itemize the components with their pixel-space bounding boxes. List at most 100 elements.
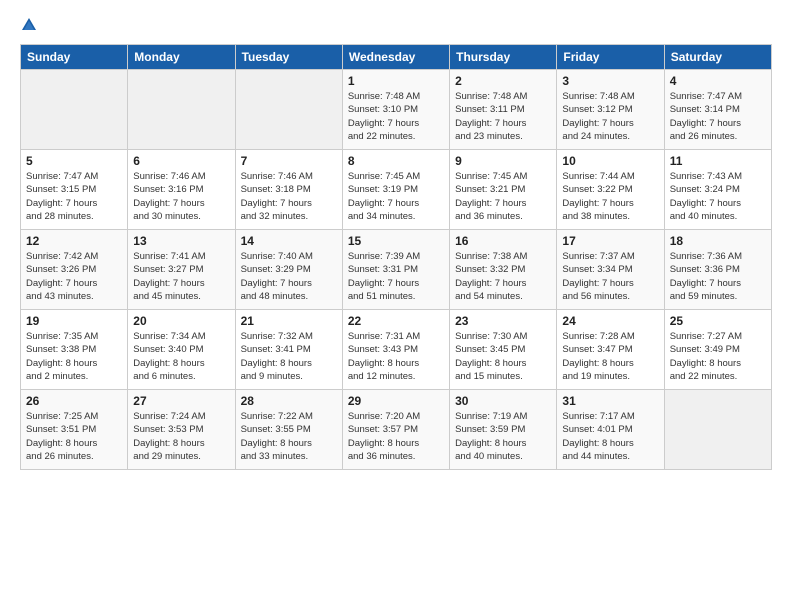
day-info: Sunrise: 7:25 AM Sunset: 3:51 PM Dayligh…	[26, 410, 122, 463]
day-number: 13	[133, 234, 229, 248]
day-info: Sunrise: 7:38 AM Sunset: 3:32 PM Dayligh…	[455, 250, 551, 303]
day-info: Sunrise: 7:30 AM Sunset: 3:45 PM Dayligh…	[455, 330, 551, 383]
day-number: 1	[348, 74, 444, 88]
weekday-header-thursday: Thursday	[450, 45, 557, 70]
day-number: 20	[133, 314, 229, 328]
day-cell: 5 Sunrise: 7:47 AM Sunset: 3:15 PM Daylig…	[21, 150, 128, 230]
day-number: 2	[455, 74, 551, 88]
day-number: 21	[241, 314, 337, 328]
week-row-1: 1 Sunrise: 7:48 AM Sunset: 3:10 PM Daylig…	[21, 70, 772, 150]
day-number: 4	[670, 74, 766, 88]
day-info: Sunrise: 7:47 AM Sunset: 3:15 PM Dayligh…	[26, 170, 122, 223]
day-cell: 20 Sunrise: 7:34 AM Sunset: 3:40 PM Dayli…	[128, 310, 235, 390]
day-cell: 25 Sunrise: 7:27 AM Sunset: 3:49 PM Dayli…	[664, 310, 771, 390]
day-number: 8	[348, 154, 444, 168]
day-cell	[664, 390, 771, 470]
day-info: Sunrise: 7:48 AM Sunset: 3:10 PM Dayligh…	[348, 90, 444, 143]
day-info: Sunrise: 7:35 AM Sunset: 3:38 PM Dayligh…	[26, 330, 122, 383]
day-number: 18	[670, 234, 766, 248]
day-info: Sunrise: 7:20 AM Sunset: 3:57 PM Dayligh…	[348, 410, 444, 463]
day-cell	[235, 70, 342, 150]
day-number: 23	[455, 314, 551, 328]
day-info: Sunrise: 7:39 AM Sunset: 3:31 PM Dayligh…	[348, 250, 444, 303]
day-cell: 24 Sunrise: 7:28 AM Sunset: 3:47 PM Dayli…	[557, 310, 664, 390]
day-number: 19	[26, 314, 122, 328]
week-row-5: 26 Sunrise: 7:25 AM Sunset: 3:51 PM Dayli…	[21, 390, 772, 470]
day-cell: 13 Sunrise: 7:41 AM Sunset: 3:27 PM Dayli…	[128, 230, 235, 310]
weekday-header-monday: Monday	[128, 45, 235, 70]
day-number: 14	[241, 234, 337, 248]
day-number: 3	[562, 74, 658, 88]
day-cell: 6Sunrise: 7:46 AM Sunset: 3:16 PM Daylig…	[128, 150, 235, 230]
day-cell	[21, 70, 128, 150]
day-info: Sunrise: 7:45 AM Sunset: 3:19 PM Dayligh…	[348, 170, 444, 223]
day-cell: 2Sunrise: 7:48 AM Sunset: 3:11 PM Daylig…	[450, 70, 557, 150]
day-cell: 15 Sunrise: 7:39 AM Sunset: 3:31 PM Dayli…	[342, 230, 449, 310]
day-info: Sunrise: 7:40 AM Sunset: 3:29 PM Dayligh…	[241, 250, 337, 303]
day-number: 11	[670, 154, 766, 168]
calendar-page: SundayMondayTuesdayWednesdayThursdayFrid…	[0, 0, 792, 612]
day-cell: 9 Sunrise: 7:45 AM Sunset: 3:21 PM Daylig…	[450, 150, 557, 230]
header	[20, 16, 772, 34]
weekday-header-row: SundayMondayTuesdayWednesdayThursdayFrid…	[21, 45, 772, 70]
day-cell: 23 Sunrise: 7:30 AM Sunset: 3:45 PM Dayli…	[450, 310, 557, 390]
day-cell: 31 Sunrise: 7:17 AM Sunset: 4:01 PM Dayli…	[557, 390, 664, 470]
weekday-header-sunday: Sunday	[21, 45, 128, 70]
day-number: 6	[133, 154, 229, 168]
day-cell: 7Sunrise: 7:46 AM Sunset: 3:18 PM Daylig…	[235, 150, 342, 230]
day-info: Sunrise: 7:27 AM Sunset: 3:49 PM Dayligh…	[670, 330, 766, 383]
day-cell: 3 Sunrise: 7:48 AM Sunset: 3:12 PM Daylig…	[557, 70, 664, 150]
day-cell: 12Sunrise: 7:42 AM Sunset: 3:26 PM Dayli…	[21, 230, 128, 310]
logo-icon	[20, 16, 38, 34]
day-number: 26	[26, 394, 122, 408]
day-cell: 21 Sunrise: 7:32 AM Sunset: 3:41 PM Dayli…	[235, 310, 342, 390]
day-number: 24	[562, 314, 658, 328]
day-info: Sunrise: 7:22 AM Sunset: 3:55 PM Dayligh…	[241, 410, 337, 463]
day-number: 25	[670, 314, 766, 328]
day-cell: 18 Sunrise: 7:36 AM Sunset: 3:36 PM Dayli…	[664, 230, 771, 310]
day-number: 10	[562, 154, 658, 168]
day-cell	[128, 70, 235, 150]
calendar-table: SundayMondayTuesdayWednesdayThursdayFrid…	[20, 44, 772, 470]
day-info: Sunrise: 7:48 AM Sunset: 3:12 PM Dayligh…	[562, 90, 658, 143]
day-info: Sunrise: 7:24 AM Sunset: 3:53 PM Dayligh…	[133, 410, 229, 463]
day-number: 17	[562, 234, 658, 248]
day-cell: 8 Sunrise: 7:45 AM Sunset: 3:19 PM Daylig…	[342, 150, 449, 230]
day-number: 31	[562, 394, 658, 408]
day-cell: 17 Sunrise: 7:37 AM Sunset: 3:34 PM Dayli…	[557, 230, 664, 310]
day-cell: 29Sunrise: 7:20 AM Sunset: 3:57 PM Dayli…	[342, 390, 449, 470]
day-cell: 22Sunrise: 7:31 AM Sunset: 3:43 PM Dayli…	[342, 310, 449, 390]
weekday-header-tuesday: Tuesday	[235, 45, 342, 70]
day-cell: 14 Sunrise: 7:40 AM Sunset: 3:29 PM Dayli…	[235, 230, 342, 310]
day-info: Sunrise: 7:32 AM Sunset: 3:41 PM Dayligh…	[241, 330, 337, 383]
day-info: Sunrise: 7:19 AM Sunset: 3:59 PM Dayligh…	[455, 410, 551, 463]
day-info: Sunrise: 7:31 AM Sunset: 3:43 PM Dayligh…	[348, 330, 444, 383]
day-cell: 19 Sunrise: 7:35 AM Sunset: 3:38 PM Dayli…	[21, 310, 128, 390]
day-info: Sunrise: 7:28 AM Sunset: 3:47 PM Dayligh…	[562, 330, 658, 383]
day-number: 30	[455, 394, 551, 408]
weekday-header-friday: Friday	[557, 45, 664, 70]
day-info: Sunrise: 7:37 AM Sunset: 3:34 PM Dayligh…	[562, 250, 658, 303]
day-cell: 1 Sunrise: 7:48 AM Sunset: 3:10 PM Daylig…	[342, 70, 449, 150]
day-number: 15	[348, 234, 444, 248]
weekday-header-wednesday: Wednesday	[342, 45, 449, 70]
day-number: 12	[26, 234, 122, 248]
day-info: Sunrise: 7:46 AM Sunset: 3:18 PM Dayligh…	[241, 170, 337, 223]
day-info: Sunrise: 7:17 AM Sunset: 4:01 PM Dayligh…	[562, 410, 658, 463]
week-row-4: 19 Sunrise: 7:35 AM Sunset: 3:38 PM Dayli…	[21, 310, 772, 390]
day-number: 5	[26, 154, 122, 168]
day-info: Sunrise: 7:34 AM Sunset: 3:40 PM Dayligh…	[133, 330, 229, 383]
day-cell: 11 Sunrise: 7:43 AM Sunset: 3:24 PM Dayli…	[664, 150, 771, 230]
day-info: Sunrise: 7:36 AM Sunset: 3:36 PM Dayligh…	[670, 250, 766, 303]
week-row-2: 5 Sunrise: 7:47 AM Sunset: 3:15 PM Daylig…	[21, 150, 772, 230]
day-info: Sunrise: 7:43 AM Sunset: 3:24 PM Dayligh…	[670, 170, 766, 223]
day-info: Sunrise: 7:45 AM Sunset: 3:21 PM Dayligh…	[455, 170, 551, 223]
day-number: 9	[455, 154, 551, 168]
day-cell: 27Sunrise: 7:24 AM Sunset: 3:53 PM Dayli…	[128, 390, 235, 470]
day-cell: 4Sunrise: 7:47 AM Sunset: 3:14 PM Daylig…	[664, 70, 771, 150]
day-number: 28	[241, 394, 337, 408]
day-info: Sunrise: 7:41 AM Sunset: 3:27 PM Dayligh…	[133, 250, 229, 303]
weekday-header-saturday: Saturday	[664, 45, 771, 70]
day-number: 16	[455, 234, 551, 248]
day-cell: 16 Sunrise: 7:38 AM Sunset: 3:32 PM Dayli…	[450, 230, 557, 310]
